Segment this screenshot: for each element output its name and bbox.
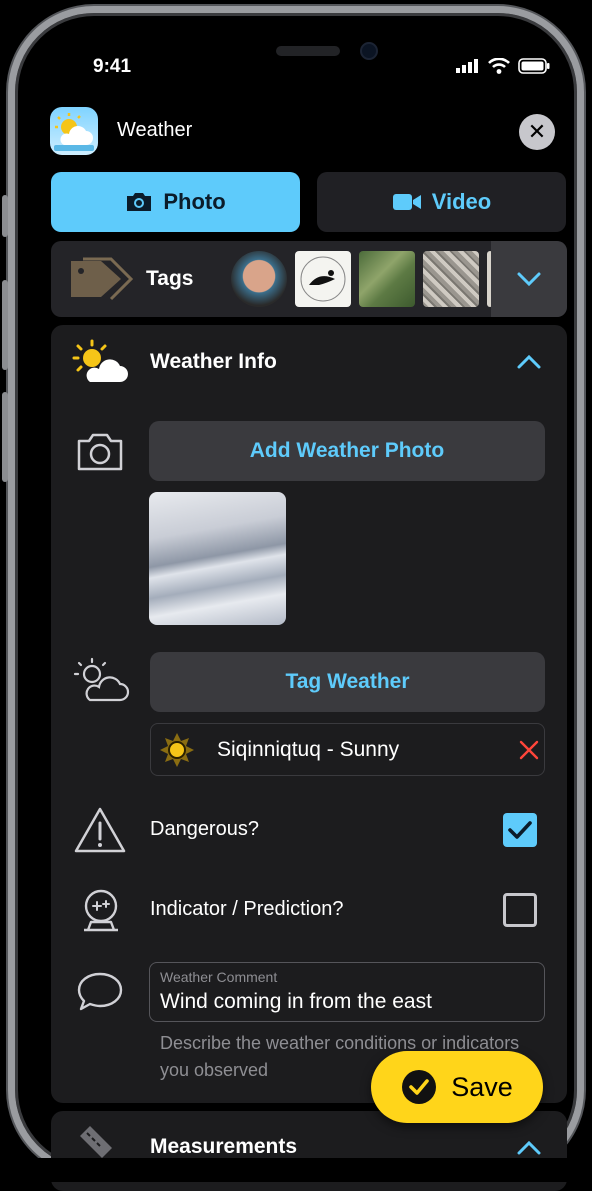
warning-icon — [74, 807, 126, 853]
remove-icon[interactable] — [519, 740, 539, 760]
bird-logo-icon — [300, 256, 346, 302]
wifi-icon — [488, 58, 510, 74]
tags-bar[interactable]: Tags — [51, 241, 567, 317]
tab-video[interactable]: Video — [317, 172, 566, 232]
partly-cloudy-outline-icon — [73, 657, 130, 702]
tags-label: Tags — [146, 267, 194, 290]
chevron-down-icon — [517, 272, 541, 287]
weather-comment-value: Wind coming in from the east — [160, 990, 432, 1013]
video-camera-icon — [392, 194, 421, 210]
sun-icon — [160, 733, 194, 767]
check-circle-icon — [402, 1070, 437, 1104]
expand-tags-button[interactable] — [491, 241, 567, 317]
chevron-up-icon[interactable] — [516, 354, 542, 370]
tag-thumbnail-town[interactable] — [423, 251, 479, 307]
measurements-title: Measurements — [150, 1135, 298, 1158]
status-icons — [456, 58, 550, 74]
front-camera — [360, 42, 378, 60]
dangerous-checkbox[interactable] — [503, 813, 537, 847]
dangerous-label: Dangerous? — [150, 818, 259, 840]
indicator-prediction-label: Indicator / Prediction? — [150, 898, 344, 920]
tag-thumbnail-person[interactable] — [231, 251, 287, 307]
partly-sunny-icon — [72, 339, 128, 382]
tag-thumbnail-landscape[interactable] — [359, 251, 415, 307]
tab-photo[interactable]: Photo — [51, 172, 300, 232]
speaker-grille — [276, 46, 340, 56]
checkmark-icon — [508, 821, 532, 839]
frame-bottom-mask — [0, 1158, 592, 1182]
crystal-ball-icon — [84, 889, 118, 932]
tag-icon — [71, 257, 133, 301]
weather-app-icon — [54, 113, 94, 151]
ruler-icon — [80, 1126, 112, 1158]
speech-bubble-icon — [77, 972, 123, 1011]
volume-up-button — [2, 280, 8, 370]
tagged-weather-chip: Siqinniqtuq - Sunny — [150, 723, 545, 776]
measurements-chevron-up-icon[interactable] — [516, 1140, 542, 1156]
weather-photo-thumbnail[interactable] — [149, 492, 286, 625]
mute-switch — [2, 195, 8, 237]
indicator-prediction-checkbox[interactable] — [503, 893, 537, 927]
app-icon — [50, 107, 98, 155]
weather-info-title: Weather Info — [150, 350, 277, 373]
page-title: Weather — [117, 119, 193, 141]
camera-outline-icon — [77, 433, 123, 471]
tab-photo-label: Photo — [163, 189, 226, 214]
add-weather-photo-button[interactable]: Add Weather Photo — [149, 421, 545, 481]
tagged-weather-label: Siqinniqtuq - Sunny — [217, 738, 400, 761]
battery-icon — [518, 58, 550, 74]
close-button[interactable]: ✕ — [519, 114, 555, 150]
close-icon: ✕ — [527, 119, 547, 144]
camera-icon — [127, 193, 152, 211]
weather-comment-field[interactable]: Weather Comment Wind coming in from the … — [149, 962, 545, 1022]
volume-down-button — [2, 392, 8, 482]
save-button-label: Save — [451, 1071, 513, 1102]
tab-video-label: Video — [431, 189, 492, 214]
signal-icon — [456, 59, 478, 73]
status-time: 9:41 — [93, 56, 132, 77]
tag-thumbnail-logo[interactable] — [295, 251, 351, 307]
save-button[interactable]: Save — [371, 1051, 543, 1123]
weather-comment-field-label: Weather Comment — [160, 969, 278, 985]
tag-weather-button[interactable]: Tag Weather — [150, 652, 545, 712]
